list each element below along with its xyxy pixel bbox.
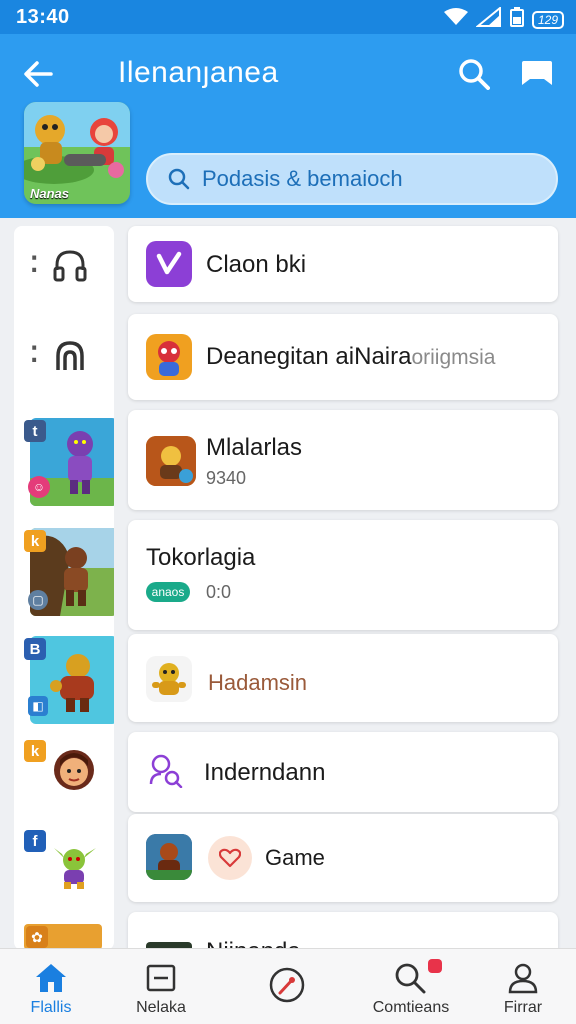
rail-badge: B [24,638,46,660]
headset-icon [53,250,87,282]
nav-tab-home[interactable]: Flallis [0,961,106,1017]
list-item-title: Hadamsin [208,670,308,695]
rail-mini-icon: ☺ [28,476,50,498]
status-icons: 129 [443,5,564,32]
drag-handle-icon[interactable]: ⁚ [30,342,38,368]
rail-item-lock[interactable]: ⁚ [14,316,114,400]
header-search-button[interactable] [456,56,492,92]
search-icon [459,59,490,90]
list-item[interactable]: Hadamsin [128,634,558,722]
status-bar: 13:40 129 [0,0,576,34]
page-title: Ilenanȷanea [118,56,279,89]
search-bar[interactable]: Podasis & bemaioch [146,153,558,205]
status-time: 13:40 [16,6,70,28]
nav-label: Nelaka [136,999,186,1016]
status-badge: anaos [146,582,190,602]
rail-item-game-3[interactable]: B ◧ [14,634,114,726]
back-arrow-icon [24,61,53,87]
game-icon [146,656,192,702]
list-item-subtitle: 0:0 [206,582,232,602]
search-icon [356,959,466,995]
favorite-button[interactable] [208,836,252,880]
search-icon [166,166,192,192]
list-item-title: Inderndann [204,759,326,786]
bottom-navigation: Flallis Nelaka Comtieans Firrar [0,948,576,1024]
game-icon [146,436,196,486]
list-item-title: Game [265,845,325,870]
viber-logo-icon [146,241,192,287]
battery-icon [509,7,524,32]
rail-mini-icon: ▢ [28,590,48,610]
game-icon [146,334,192,380]
game-cover-art[interactable]: Nanas [24,102,130,204]
rail-item-game-2[interactable]: k ▢ [14,526,114,618]
list-item[interactable]: Tokorlagia anaos 0:0 [128,520,558,630]
user-search-icon [148,752,184,793]
header-chat-button[interactable] [518,56,556,92]
wifi-icon [443,8,468,31]
list-item[interactable]: Niinanda [128,912,558,952]
list-item-subtitle: 9340 [206,468,247,488]
drag-handle-icon[interactable]: ⁚ [30,252,38,278]
heart-icon [219,848,241,868]
rail-item-partial[interactable]: ✿ [14,924,114,950]
list-item[interactable]: Game [128,814,558,902]
nav-tab-explore[interactable] [232,961,342,1013]
nav-tab-profile[interactable]: Firrar [468,961,576,1017]
rail-badge: f [24,830,46,852]
list-item[interactable]: Inderndann [128,732,558,812]
notification-badge [428,959,442,973]
list-item-title: Mlalarlas [206,434,303,461]
signal-icon [475,5,502,32]
avatar-icon [54,750,94,790]
back-button[interactable] [18,56,58,92]
game-icon [146,834,192,880]
list-item-title: Deanegitan aiNairaoriigmsia [206,343,496,370]
rail-item-goblin[interactable]: f [14,830,114,914]
list-item[interactable]: Deanegitan aiNairaoriigmsia [128,314,558,400]
rail-badge: k [24,740,46,762]
list-item-title: Claon bki [206,251,307,278]
nav-label: Firrar [503,999,543,1016]
rail-item-avatar[interactable]: k [14,740,114,824]
list-item[interactable]: Claon bki [128,226,558,302]
rail-item-headset[interactable]: ⁚ [14,226,114,310]
list-item[interactable]: Mlalarlas 9340 [128,410,558,510]
rail-mini-icon: ◧ [28,696,48,716]
game-rail: ⁚ ⁚ t ☺ k ▢ B ◧ k f ✿ [14,226,114,950]
rail-item-game-1[interactable]: t ☺ [14,416,114,508]
game-art-caption: Nanas [30,186,70,201]
profile-icon [468,961,576,995]
inbox-icon [106,961,216,995]
list-item-title: Tokorlagia [146,544,256,571]
rail-badge: k [24,530,46,552]
compass-icon [232,961,342,1009]
nav-label: Flallis [30,999,72,1016]
rail-badge: t [24,420,46,442]
search-input[interactable]: Podasis & bemaioch [202,166,403,192]
home-icon [0,961,106,995]
battery-label: 129 [531,10,564,29]
list-item-title-suffix: oriigmsia [411,346,496,369]
app-header: Ilenanȷanea Nanas Podasis & bemaioch [0,34,576,218]
nav-label: Comtieans [372,999,450,1016]
nav-tab-inbox[interactable]: Nelaka [106,961,216,1017]
rail-badge: ✿ [26,926,48,948]
arch-icon [56,341,84,370]
chat-icon [522,61,552,85]
nav-tab-search[interactable]: Comtieans [356,959,466,1017]
goblin-icon [54,848,96,889]
